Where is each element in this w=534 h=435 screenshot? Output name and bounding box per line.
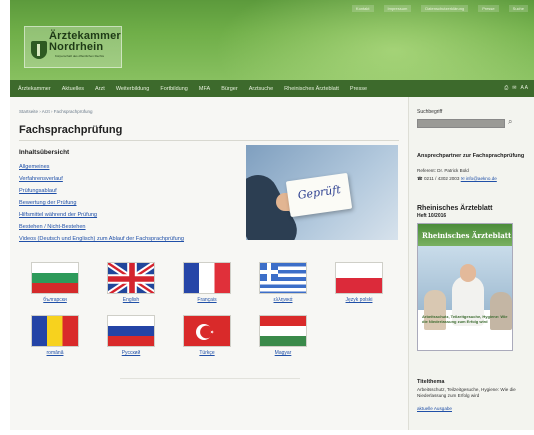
russia-flag-icon[interactable]	[107, 315, 155, 347]
nav-item-aktuelles[interactable]: Aktuelles	[62, 86, 84, 92]
hero-image: Geprüft	[246, 145, 398, 240]
site-header: Kontakt Impressum Datenschutzerklärung P…	[10, 0, 534, 80]
contact-line: ☎ 0211 / 4302 2003 ✉ info@aekno.de	[417, 176, 497, 182]
theme-text: Arbeitsschutz, Teilzeitgesuche, Hygiene:…	[417, 387, 516, 398]
nav-item-weiterbildung[interactable]: Weiterbildung	[116, 86, 150, 92]
language-turkish[interactable]: Türkçe	[172, 315, 242, 361]
uk-flag-icon[interactable]	[107, 262, 155, 294]
contact-phone: ☎ 0211 / 4302 2003	[417, 176, 460, 181]
language-russian[interactable]: Русский	[96, 315, 166, 361]
top-link-3[interactable]: Datenschutzerklärung	[421, 5, 469, 12]
header-glow	[214, 0, 534, 80]
cover-person-face	[460, 264, 476, 282]
toc-heading: Inhaltsübersicht	[19, 149, 70, 156]
magazine-cover-title: Rheinisches Ärzteblatt	[422, 231, 512, 240]
language-hungarian[interactable]: Magyar	[248, 315, 318, 361]
main-nav: Ärztekammer Aktuelles Arzt Weiterbildung…	[10, 80, 534, 97]
title-divider	[19, 140, 399, 141]
nav-item-aerztekammer[interactable]: Ärztekammer	[18, 86, 51, 92]
toc-link-allgemeines[interactable]: Allgemeines	[19, 161, 184, 173]
hero-card-text: Geprüft	[296, 182, 342, 202]
contact-email-link[interactable]: ✉ info@aekno.de	[461, 176, 497, 181]
page: Kontakt Impressum Datenschutzerklärung P…	[10, 0, 534, 430]
language-romanian[interactable]: română	[20, 315, 90, 361]
top-link-1[interactable]: Kontakt	[351, 5, 374, 12]
logo-title: Ärztekammer Nordrhein	[49, 31, 121, 53]
font-size-icon[interactable]: A A	[520, 85, 528, 91]
magazine-heading: Rheinisches Ärzteblatt	[417, 205, 493, 212]
sidebar: Suchbegriff ⌕ Ansprechpartner zur Fachsp…	[408, 97, 534, 430]
emblem-icon	[31, 41, 47, 59]
magazine-cover-photo	[418, 246, 512, 330]
language-label[interactable]: Język polski	[324, 297, 394, 303]
greece-flag-icon[interactable]	[259, 262, 307, 294]
toc-link-hilfsmittel[interactable]: Hilfsmittel während der Prüfung	[19, 209, 184, 221]
top-link-5[interactable]: Suche	[508, 5, 528, 12]
toc-link-bestehen[interactable]: Bestehen / Nicht-Bestehen	[19, 221, 184, 233]
language-french[interactable]: Français	[172, 262, 242, 308]
language-greek[interactable]: ελληνικά	[248, 262, 318, 308]
language-label[interactable]: ελληνικά	[248, 297, 318, 303]
toc-link-pruefungsablauf[interactable]: Prüfungsablauf	[19, 185, 184, 197]
nav-tools: ⎙ ✉ A A	[504, 85, 528, 91]
logo-line-2: Nordrhein	[49, 41, 104, 53]
toc-link-videos[interactable]: Videos (Deutsch und Englisch) zum Ablauf…	[19, 233, 184, 245]
language-bulgarian[interactable]: български	[20, 262, 90, 308]
nav-item-mfa[interactable]: MFA	[199, 86, 210, 92]
language-label[interactable]: Français	[172, 297, 242, 303]
top-link-4[interactable]: Presse	[478, 5, 499, 12]
search-label: Suchbegriff	[417, 109, 443, 115]
language-english[interactable]: English	[96, 262, 166, 308]
print-icon[interactable]: ⎙	[504, 85, 508, 91]
search-input[interactable]	[417, 119, 505, 128]
nav-item-arzt[interactable]: Arzt	[95, 86, 105, 92]
language-label[interactable]: română	[20, 350, 90, 356]
contact-heading: Ansprechpartner zur Fachsprachprüfung	[417, 153, 525, 159]
language-label[interactable]: Türkçe	[172, 350, 242, 356]
language-label[interactable]: Русский	[96, 350, 166, 356]
toc-link-bewertung[interactable]: Bewertung der Prüfung	[19, 197, 184, 209]
cover-person-right	[490, 292, 512, 330]
main-content: Startseite › Arzt › Fachsprachprüfung Fa…	[10, 97, 408, 430]
theme-heading: Titelthema	[417, 379, 445, 385]
magazine-cover[interactable]: Rheinisches Ärzteblatt Arbeitsschutz, Te…	[417, 223, 513, 351]
nav-item-buerger[interactable]: Bürger	[221, 86, 238, 92]
site-logo[interactable]: Ärztekammer Nordrhein Körperschaft des ö…	[24, 26, 122, 68]
top-links: Kontakt Impressum Datenschutzerklärung P…	[351, 5, 528, 12]
language-polish[interactable]: Język polski	[324, 262, 394, 308]
top-link-2[interactable]: Impressum	[383, 5, 412, 12]
hungary-flag-icon[interactable]	[259, 315, 307, 347]
toc-link-verfahrensverlauf[interactable]: Verfahrensverlauf	[19, 173, 184, 185]
logo-subtitle: Körperschaft des öffentlichen Rechts	[55, 54, 104, 58]
language-label[interactable]: български	[20, 297, 90, 303]
bulgaria-flag-icon[interactable]	[31, 262, 79, 294]
language-label[interactable]: Magyar	[248, 350, 318, 356]
nav-item-arztsuche[interactable]: Arztsuche	[249, 86, 273, 92]
footer-divider	[120, 378, 300, 379]
page-title: Fachsprachprüfung	[19, 124, 123, 136]
nav-item-presse[interactable]: Presse	[350, 86, 367, 92]
language-label[interactable]: English	[96, 297, 166, 303]
breadcrumb[interactable]: Startseite › Arzt › Fachsprachprüfung	[19, 109, 93, 114]
contact-referent: Referent: Dr. Patrick Bold	[417, 168, 469, 173]
poland-flag-icon[interactable]	[335, 262, 383, 294]
mail-icon[interactable]: ✉	[512, 85, 516, 91]
hero-card: Geprüft	[285, 172, 353, 218]
romania-flag-icon[interactable]	[31, 315, 79, 347]
magazine-cover-caption: Arbeitsschutz, Teilzeitgesuche, Hygiene:…	[422, 314, 508, 324]
current-issue-link[interactable]: aktuelle Ausgabe	[417, 406, 452, 411]
cover-person-left	[424, 290, 446, 330]
magazine-issue: Heft 10/2016	[417, 213, 447, 219]
nav-item-fortbildung[interactable]: Fortbildung	[160, 86, 188, 92]
france-flag-icon[interactable]	[183, 262, 231, 294]
nav-item-aerzteblatt[interactable]: Rheinisches Ärzteblatt	[284, 86, 339, 92]
search-icon[interactable]: ⌕	[508, 117, 512, 127]
turkey-flag-icon[interactable]	[183, 315, 231, 347]
toc-list: Allgemeines Verfahrensverlauf Prüfungsab…	[19, 161, 184, 245]
